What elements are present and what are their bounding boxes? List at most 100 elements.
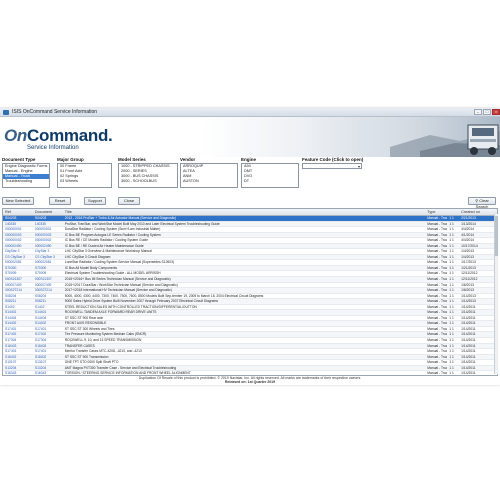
table-cell[interactable]: S14404 [33, 316, 63, 321]
table-cell: Manual - Truck [427, 326, 448, 331]
table-cell[interactable]: 000002490 [3, 244, 33, 249]
table-cell[interactable]: 000000003 [33, 233, 63, 238]
table-cell[interactable]: S14401 [33, 310, 63, 315]
table-cell[interactable]: 000000003 [3, 233, 33, 238]
model-series-list[interactable]: 1000 - STRIPPED CHASSIS 2000 - SERIES 30… [118, 163, 178, 188]
table-cell[interactable]: 000002081 [33, 260, 63, 265]
document-type-list[interactable]: Engine Diagnostic Forms Manual - Engine … [2, 163, 50, 188]
table-cell[interactable]: S70009 [33, 271, 63, 276]
table-cell[interactable]: S17402 [3, 332, 33, 337]
table-cell[interactable]: 000S27214 [33, 288, 63, 293]
table-cell: 1 1 [449, 238, 454, 243]
table-scrollbar[interactable] [494, 214, 498, 374]
table-cell: 10/17/2014 [461, 243, 478, 248]
close-button[interactable]: Close [118, 197, 140, 205]
column-header-created[interactable]: Created on [459, 209, 497, 215]
table-cell[interactable]: S70300 [3, 266, 33, 271]
table-cell: 1/6/2013 [461, 288, 474, 293]
table-cell[interactable]: S17304 [3, 338, 33, 343]
table-cell[interactable]: S14402 [3, 321, 33, 326]
list-item[interactable]: AUSTON [181, 179, 237, 184]
table-cell[interactable]: 000002490 [33, 244, 63, 249]
table-cell[interactable]: 140335 [3, 222, 33, 227]
support-button[interactable]: Support [84, 197, 106, 205]
maximize-button[interactable]: □ [483, 109, 491, 115]
table-cell[interactable]: S70300 [33, 266, 63, 271]
table-cell[interactable]: S1402 [3, 305, 33, 310]
table-cell[interactable]: S18402 [3, 355, 33, 360]
document-type-group: Document Type Engine Diagnostic Forms Ma… [2, 157, 50, 188]
table-cell[interactable]: CS CityStar 3 [33, 255, 63, 260]
table-cell: Manual - Truck [427, 360, 448, 365]
table-cell[interactable]: S13107 [3, 360, 33, 365]
table-cell[interactable]: S1402 [33, 305, 63, 310]
close-window-button[interactable]: × [492, 109, 500, 115]
list-item[interactable]: 03 Wheels [58, 179, 111, 184]
table-cell[interactable]: S17401 [33, 327, 63, 332]
column-header-type[interactable]: Type [425, 209, 447, 215]
table-cell: 1 1 [449, 265, 454, 270]
table-cell[interactable]: S17401 [3, 327, 33, 332]
list-item[interactable]: 3000 - SCHOOLBUS [119, 179, 177, 184]
scrollbar-thumb[interactable] [495, 216, 498, 256]
table-cell: 1/14/2011 [461, 310, 476, 315]
table-cell[interactable]: CityStar 3 [3, 249, 33, 254]
table-cell[interactable]: S70009 [3, 271, 33, 276]
clear-search-button[interactable]: ⚲ Clear Search [468, 197, 496, 209]
table-cell[interactable]: S13204 [33, 366, 63, 371]
table-cell: STEEL REDUCTION SALES WITH CONTROLLED TR… [64, 304, 197, 309]
table-cell[interactable]: S14404 [3, 316, 33, 321]
table-cell[interactable]: 000000001 [33, 227, 63, 232]
column-header-ref[interactable]: Ref [3, 209, 33, 215]
table-cell[interactable]: S18403 [3, 344, 33, 349]
major-group-list[interactable]: 00 Frame 01 Front Axle 02 Springs 03 Whe… [57, 163, 112, 188]
chevron-down-icon[interactable]: ▾ [358, 164, 360, 169]
table-cell[interactable]: 140335 [33, 222, 63, 227]
engine-list[interactable]: A94 DMT DVO DT [241, 163, 299, 188]
table-cell[interactable]: S13204 [3, 366, 33, 371]
table-cell[interactable]: S04203 [3, 216, 33, 221]
table-cell[interactable]: S08204 [3, 294, 33, 299]
table-cell[interactable]: S14402 [33, 321, 63, 326]
table-cell[interactable]: S08211 [33, 299, 63, 304]
table-cell[interactable]: 000000001 [3, 227, 33, 232]
table-cell[interactable]: CityStar 3 [33, 249, 63, 254]
table-cell[interactable]: S14401 [3, 310, 33, 315]
list-item[interactable]: Troubleshooting [3, 179, 49, 184]
vendor-list[interactable]: ARROQUIP ALTEA ANM AUSTON [180, 163, 238, 188]
table-cell[interactable]: 000S27214 [3, 288, 33, 293]
oncommand-logo: OnCommand. [4, 126, 113, 145]
table-cell: 9000 Sales Hybrid Drive System Built Nov… [64, 299, 218, 304]
table-cell[interactable]: 000007409 [3, 283, 33, 288]
table-cell[interactable]: 000S21307 [33, 277, 63, 282]
column-header-document[interactable]: Document [33, 209, 63, 215]
feature-code-dropdown[interactable]: ▾ [302, 163, 362, 169]
table-cell[interactable]: 000000002 [33, 238, 63, 243]
column-header-flags[interactable] [447, 209, 459, 215]
table-cell[interactable]: S18402 [33, 355, 63, 360]
table-cell[interactable]: CS CityStar 3 [3, 255, 33, 260]
table-cell[interactable]: S08211 [3, 299, 33, 304]
table-cell: Manual - Truck [427, 304, 448, 309]
table-cell[interactable]: S18403 [33, 344, 63, 349]
table-cell[interactable]: S17401 [33, 349, 63, 354]
list-item[interactable]: DT [242, 179, 298, 184]
table-cell[interactable]: 000007409 [33, 283, 63, 288]
table-cell[interactable]: S17401 [3, 349, 33, 354]
column-header-title[interactable]: Title [63, 209, 426, 215]
table-cell[interactable]: S04203 [33, 216, 63, 221]
table-cell[interactable]: 000002081 [3, 260, 33, 265]
table-cell[interactable]: S17304 [33, 338, 63, 343]
table-cell[interactable]: S13107 [33, 360, 63, 365]
table-cell[interactable]: S08204 [33, 294, 63, 299]
new-selected-button[interactable]: New Selected [2, 197, 34, 205]
table-cell[interactable]: 000000002 [3, 238, 33, 243]
table-cell: 1 1 [449, 349, 454, 354]
reset-button[interactable]: Reset [49, 197, 71, 205]
table-cell: 1 1 [449, 271, 454, 276]
table-cell: 1 1 [449, 227, 454, 232]
minimize-button[interactable]: – [474, 109, 482, 115]
table-cell[interactable]: S17402 [33, 332, 63, 337]
table-cell[interactable]: 000S21307 [3, 277, 33, 282]
table-cell: 1/14/2011 [461, 315, 476, 320]
